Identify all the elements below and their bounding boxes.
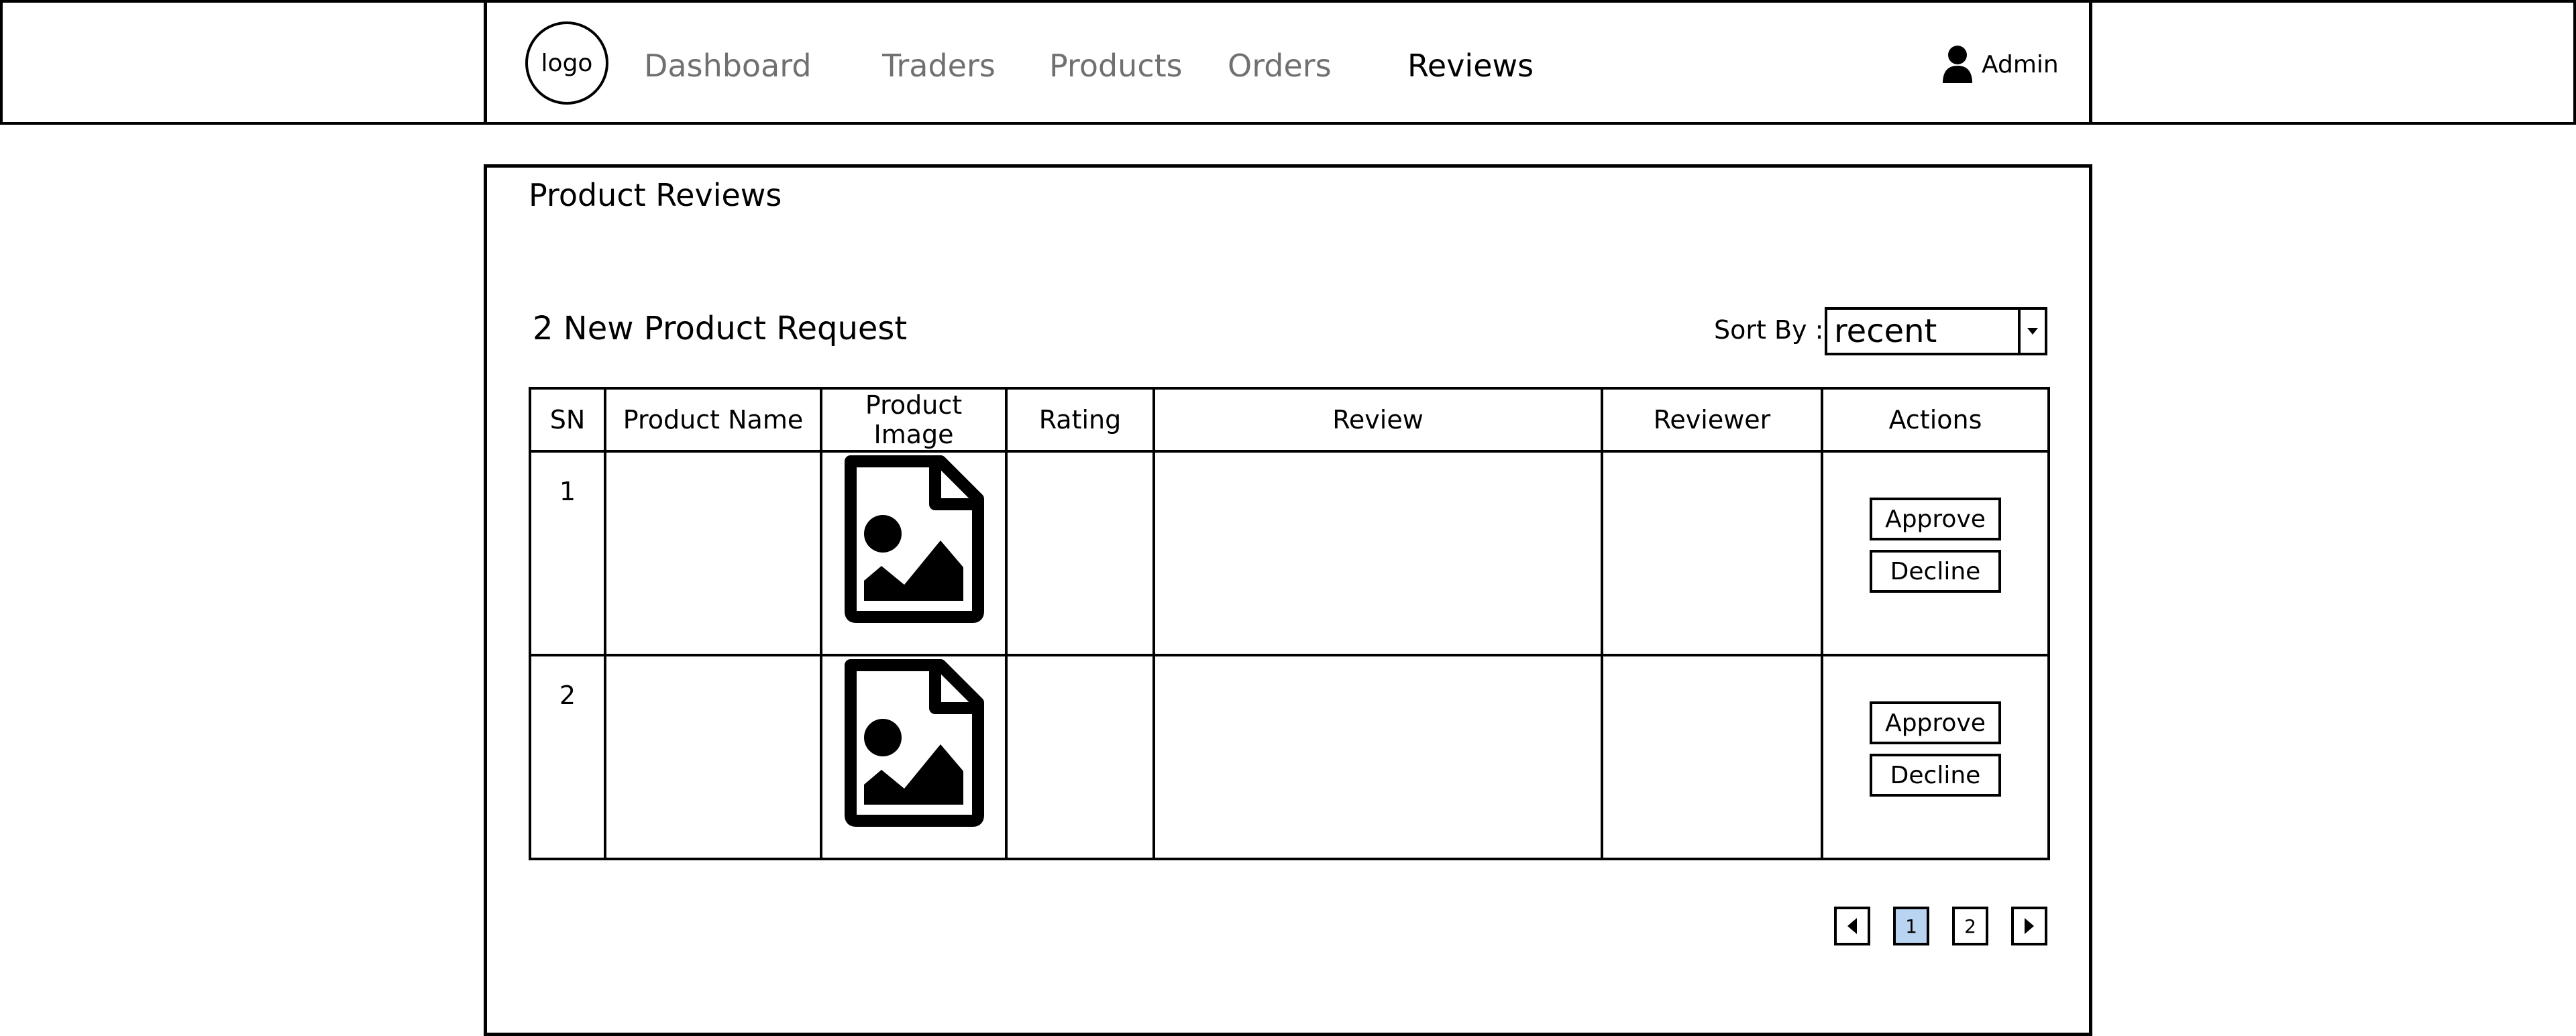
image-file-icon — [845, 659, 984, 827]
nav-reviews[interactable]: Reviews — [1407, 42, 1534, 89]
row-product-name — [604, 450, 822, 656]
user-icon — [1943, 46, 1972, 83]
approve-button[interactable]: Approve — [1870, 701, 2001, 744]
row-actions: Approve Decline — [1821, 654, 2050, 860]
column-header-review: Review — [1152, 387, 1603, 453]
decline-button[interactable]: Decline — [1870, 550, 2001, 593]
next-page-button[interactable] — [2011, 907, 2047, 945]
row-product-image — [820, 450, 1008, 656]
row-rating — [1005, 450, 1155, 656]
admin-label: Admin — [1982, 50, 2059, 78]
row-sn: 1 — [529, 450, 606, 656]
image-file-icon — [845, 455, 984, 623]
table-row: 1 Approve Decline — [529, 450, 2050, 656]
column-header-product-name: Product Name — [604, 387, 822, 453]
column-header-sn: SN — [529, 387, 606, 453]
sort-label: Sort By : — [1714, 315, 1824, 345]
decline-button[interactable]: Decline — [1870, 754, 2001, 797]
row-rating — [1005, 654, 1155, 860]
logo-text: logo — [541, 49, 593, 77]
page-title: Product Reviews — [529, 177, 782, 213]
nav-orders[interactable]: Orders — [1228, 42, 1332, 89]
row-actions: Approve Decline — [1821, 450, 2050, 656]
column-header-product-image: Product Image — [820, 387, 1008, 453]
page-button-1[interactable]: 1 — [1893, 907, 1929, 945]
request-count-heading: 2 New Product Request — [533, 310, 908, 347]
admin-menu[interactable]: Admin — [1941, 40, 2059, 89]
reviews-table: SN Product Name Product Image Rating Rev… — [529, 387, 2050, 860]
approve-button[interactable]: Approve — [1870, 498, 2001, 540]
table-row: 2 Approve Decline — [529, 654, 2050, 860]
chevron-right-icon — [2025, 918, 2034, 934]
row-reviewer — [1601, 654, 1823, 860]
row-review — [1152, 654, 1603, 860]
row-review — [1152, 450, 1603, 656]
nav-dashboard[interactable]: Dashboard — [644, 42, 812, 89]
chevron-down-icon[interactable] — [2018, 310, 2045, 353]
row-product-name — [604, 654, 822, 860]
prev-page-button[interactable] — [1834, 907, 1870, 945]
column-header-rating: Rating — [1005, 387, 1155, 453]
nav-traders[interactable]: Traders — [882, 42, 996, 89]
table-header-row: SN Product Name Product Image Rating Rev… — [529, 387, 2050, 453]
chevron-left-icon — [1847, 918, 1857, 934]
column-header-actions: Actions — [1821, 387, 2050, 453]
sort-value: recent — [1834, 312, 1937, 350]
logo[interactable]: logo — [525, 21, 608, 105]
row-product-image — [820, 654, 1008, 860]
page-button-2[interactable]: 2 — [1952, 907, 1988, 945]
row-reviewer — [1601, 450, 1823, 656]
sort-select[interactable]: recent — [1825, 307, 2047, 355]
nav-products[interactable]: Products — [1049, 42, 1183, 89]
column-header-reviewer: Reviewer — [1601, 387, 1823, 453]
row-sn: 2 — [529, 654, 606, 860]
